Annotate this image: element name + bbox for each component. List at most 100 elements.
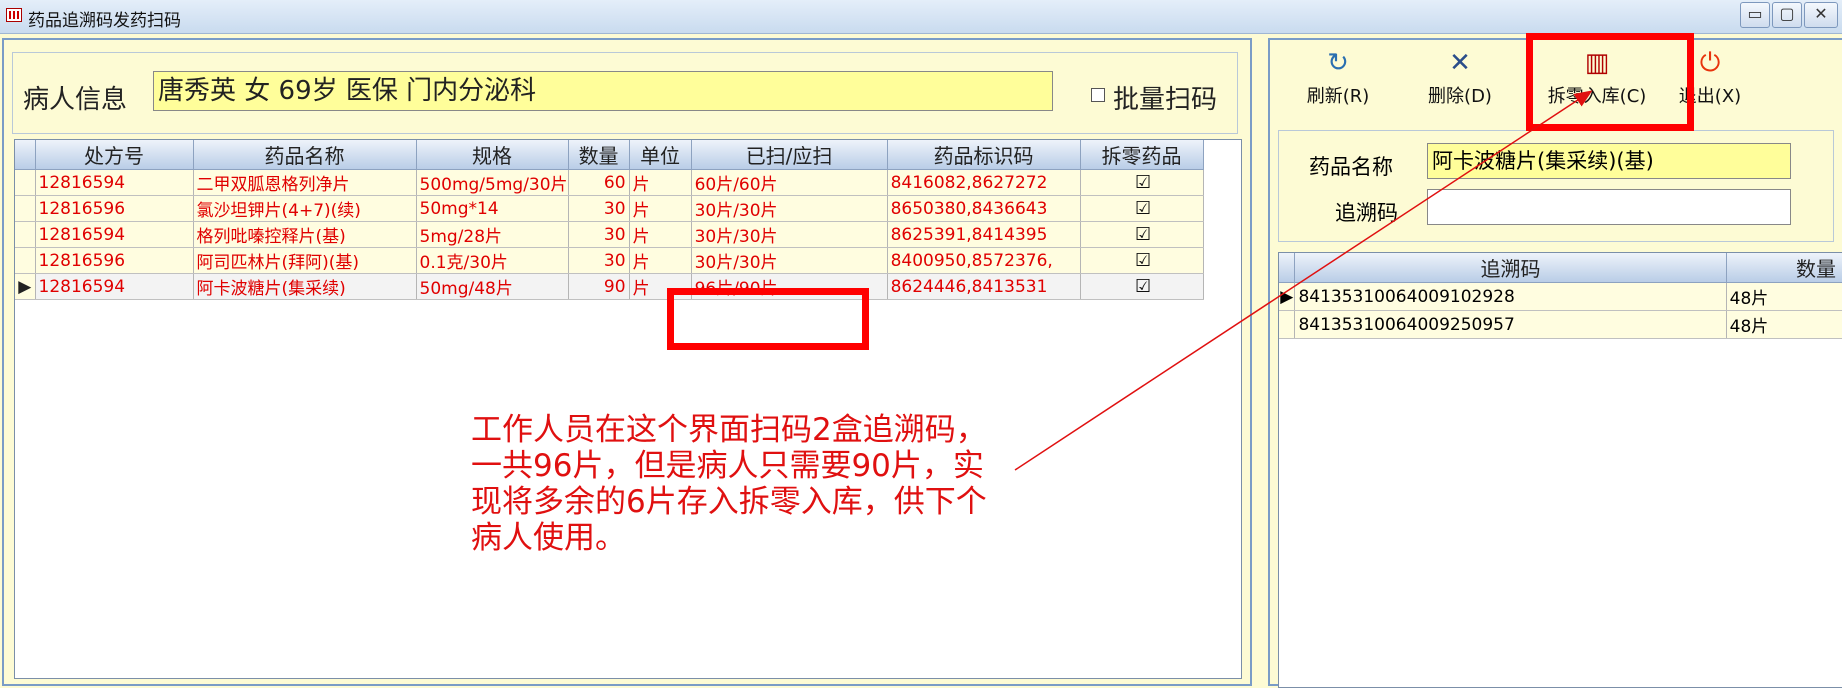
cell-scanned: 30片/30片 — [691, 195, 888, 222]
title-bar: 药品追溯码发药扫码 ▭ ▢ ✕ — [0, 0, 1842, 34]
split-checkbox[interactable]: ☑ — [1080, 221, 1204, 248]
cell-qty: 30 — [568, 195, 630, 222]
cell-scanned: 30片/30片 — [691, 221, 888, 248]
delete-label: 删除(D) — [1428, 86, 1492, 107]
row-pointer-icon: ▶ — [1279, 282, 1296, 311]
cell-drug-code: 8625391,8414395 — [887, 221, 1081, 248]
cell-drug-code: 8400950,8572376, — [887, 247, 1081, 274]
column-drug-code[interactable]: 药品标识码 — [887, 140, 1081, 170]
delete-button[interactable]: ✕ 删除(D) — [1420, 48, 1500, 108]
cell-rx-no: 12816596 — [35, 195, 194, 222]
refresh-label: 刷新(R) — [1306, 86, 1370, 107]
prescription-panel: 病人信息 唐秀英 女 69岁 医保 门内分泌科 批量扫码 处方号 药品名称 规格… — [2, 38, 1252, 686]
grid-header: 处方号 药品名称 规格 数量 单位 已扫/应扫 药品标识码 拆零药品 — [15, 140, 1204, 170]
cell-trace-qty: 48片 — [1726, 282, 1842, 311]
split-store-highlight — [1526, 33, 1694, 131]
split-checkbox[interactable]: ☑ — [1080, 247, 1204, 274]
minimize-button[interactable]: ▭ — [1740, 2, 1770, 28]
minimize-icon: ▭ — [1747, 4, 1763, 23]
table-row[interactable]: 12816596 阿司匹林片(拜阿)(基) 0.1克/30片 30 片 30片/… — [15, 247, 1204, 274]
refresh-button[interactable]: ↻ 刷新(R) — [1298, 48, 1378, 108]
column-trace-qty[interactable]: 数量 — [1726, 253, 1842, 283]
row-indicator — [15, 195, 36, 222]
cell-spec: 50mg*14 — [416, 195, 569, 222]
trace-form: 药品名称 阿卡波糖片(集采续)(基) 追溯码 — [1278, 130, 1834, 242]
trace-row-selected[interactable]: ▶ 84135310064009102928 48片 — [1279, 282, 1842, 311]
patient-info-field[interactable]: 唐秀英 女 69岁 医保 门内分泌科 — [153, 71, 1053, 111]
cell-trace-qty: 48片 — [1726, 310, 1842, 339]
table-row-selected[interactable]: ▶ 12816594 阿卡波糖片(集采续) 50mg/48片 90 片 96片/… — [15, 273, 1204, 300]
drug-name-field[interactable]: 阿卡波糖片(集采续)(基) — [1427, 143, 1791, 179]
trace-code-input[interactable] — [1427, 189, 1791, 225]
column-qty[interactable]: 数量 — [568, 140, 630, 170]
cell-qty: 90 — [568, 273, 630, 300]
cell-qty: 30 — [568, 221, 630, 248]
cell-scanned: 30片/30片 — [691, 247, 888, 274]
cell-rx-no: 12816596 — [35, 247, 194, 274]
close-button[interactable]: ✕ — [1804, 2, 1838, 28]
refresh-icon: ↻ — [1327, 48, 1349, 78]
row-indicator — [15, 169, 36, 196]
table-row[interactable]: 12816594 格列吡嗪控释片(基) 5mg/28片 30 片 30片/30片… — [15, 221, 1204, 248]
cell-spec: 50mg/48片 — [416, 273, 569, 300]
prescription-grid[interactable]: 处方号 药品名称 规格 数量 单位 已扫/应扫 药品标识码 拆零药品 12816… — [14, 139, 1242, 679]
cell-qty: 30 — [568, 247, 630, 274]
row-pointer-icon: ▶ — [15, 273, 36, 300]
cell-drug-code: 8416082,8627272 — [887, 169, 1081, 196]
cell-qty: 60 — [568, 169, 630, 196]
cell-rx-no: 12816594 — [35, 221, 194, 248]
trace-code-label: 追溯码 — [1335, 201, 1398, 225]
delete-icon: ✕ — [1449, 48, 1471, 78]
split-checkbox[interactable]: ☑ — [1080, 273, 1204, 300]
row-indicator — [15, 247, 36, 274]
table-row[interactable]: 12816594 二甲双胍恩格列净片 500mg/5mg/30片 60 片 60… — [15, 169, 1204, 196]
column-trace-code[interactable]: 追溯码 — [1294, 253, 1727, 283]
column-spec[interactable]: 规格 — [416, 140, 569, 170]
patient-info-box: 病人信息 唐秀英 女 69岁 医保 门内分泌科 批量扫码 — [12, 52, 1238, 134]
cell-drug-name: 阿卡波糖片(集采续) — [193, 273, 417, 300]
trace-grid-header: 追溯码 数量 — [1279, 253, 1842, 283]
cell-unit: 片 — [629, 169, 692, 196]
trace-code-grid[interactable]: 追溯码 数量 ▶ 84135310064009102928 48片 841353… — [1278, 252, 1842, 688]
cell-rx-no: 12816594 — [35, 169, 194, 196]
cell-unit: 片 — [629, 195, 692, 222]
cell-rx-no: 12816594 — [35, 273, 194, 300]
trace-header-indicator — [1279, 253, 1296, 283]
cell-drug-code: 8650380,8436643 — [887, 195, 1081, 222]
cell-spec: 5mg/28片 — [416, 221, 569, 248]
batch-scan-label: 批量扫码 — [1113, 85, 1218, 115]
scanned-count-highlight — [667, 288, 869, 350]
close-icon: ✕ — [1814, 4, 1828, 23]
patient-info-label: 病人信息 — [23, 85, 128, 115]
cell-unit: 片 — [629, 221, 692, 248]
trace-row[interactable]: 84135310064009250957 48片 — [1279, 310, 1842, 339]
row-indicator — [1279, 310, 1296, 339]
split-checkbox[interactable]: ☑ — [1080, 195, 1204, 222]
cell-drug-name: 氯沙坦钾片(4+7)(续) — [193, 195, 417, 222]
trace-panel: ↻ 刷新(R) ✕ 删除(D) ▥ 拆零入库(C) ⏻ 退出(X) 药品名称 阿… — [1268, 38, 1842, 688]
column-drug-name[interactable]: 药品名称 — [193, 140, 417, 170]
batch-scan-checkbox[interactable] — [1091, 88, 1105, 102]
grid-header-indicator — [15, 140, 36, 170]
maximize-icon: ▢ — [1779, 4, 1795, 23]
cell-scanned: 60片/60片 — [691, 169, 888, 196]
column-split[interactable]: 拆零药品 — [1080, 140, 1204, 170]
maximize-button[interactable]: ▢ — [1772, 2, 1802, 28]
split-checkbox[interactable]: ☑ — [1080, 169, 1204, 196]
row-indicator — [15, 221, 36, 248]
cell-trace-code: 84135310064009102928 — [1294, 282, 1727, 311]
table-row[interactable]: 12816596 氯沙坦钾片(4+7)(续) 50mg*14 30 片 30片/… — [15, 195, 1204, 222]
cell-trace-code: 84135310064009250957 — [1294, 310, 1727, 339]
column-unit[interactable]: 单位 — [629, 140, 692, 170]
cell-unit: 片 — [629, 247, 692, 274]
column-rx-no[interactable]: 处方号 — [35, 140, 194, 170]
column-scanned[interactable]: 已扫/应扫 — [691, 140, 888, 170]
drug-name-label: 药品名称 — [1309, 155, 1393, 179]
cell-drug-name: 格列吡嗪控释片(基) — [193, 221, 417, 248]
cell-drug-name: 二甲双胍恩格列净片 — [193, 169, 417, 196]
annotation-text: 工作人员在这个界面扫码2盒追溯码，一共96片，但是病人只需要90片，实现将多余的… — [471, 412, 987, 556]
cell-drug-code: 8624446,8413531 — [887, 273, 1081, 300]
cell-spec: 0.1克/30片 — [416, 247, 569, 274]
window-title: 药品追溯码发药扫码 — [28, 11, 181, 31]
cell-spec: 500mg/5mg/30片 — [416, 169, 569, 196]
